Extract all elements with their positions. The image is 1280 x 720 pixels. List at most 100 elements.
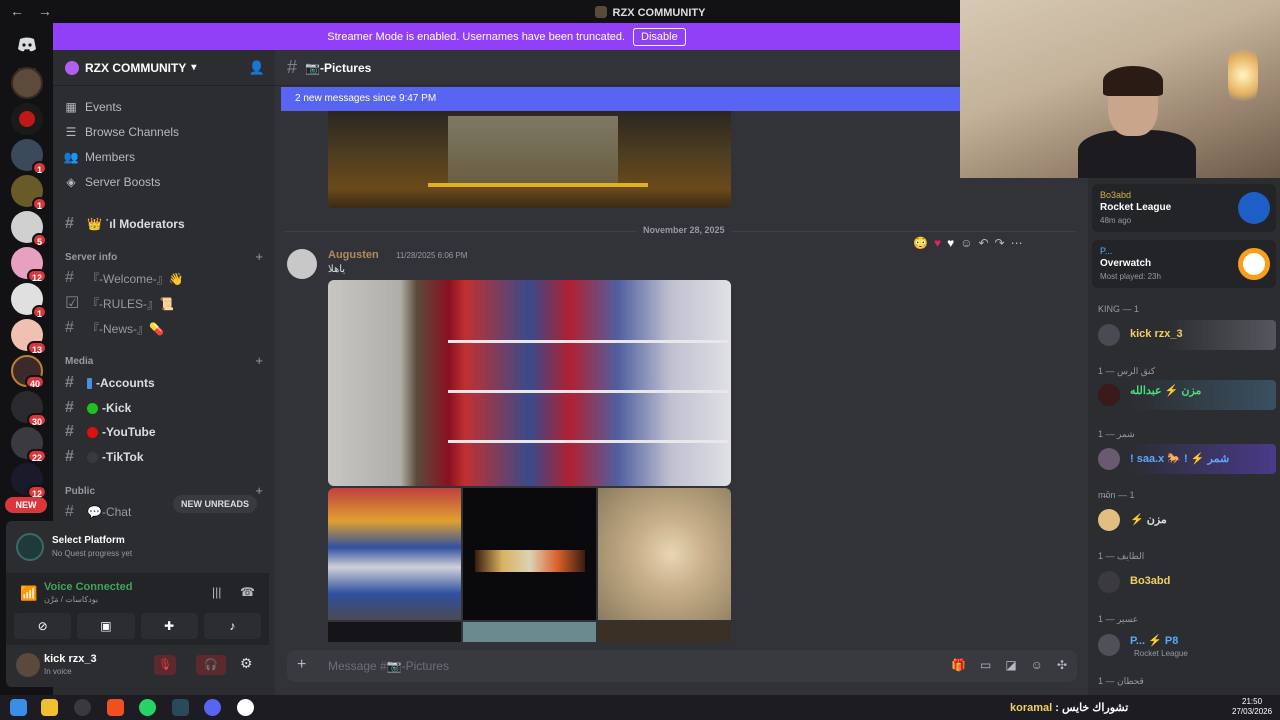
server-icon-7[interactable]: 1 [11,283,47,319]
screen-share-button[interactable]: ▣ [77,613,135,639]
voice-channel-name[interactable]: بودكاسات / مَرَّن [44,595,98,604]
voice-connected-label[interactable]: Voice Connected [44,581,132,593]
soundboard-button[interactable]: ♪ [203,613,261,639]
reply-icon[interactable]: ↶ [978,236,988,250]
server-icon-rzx[interactable] [11,67,43,99]
taskbar: koramal : تشوراك خايس 21:50 27/03/2026 [0,695,1280,720]
member-row[interactable]: kick rzx_3 [1092,320,1276,350]
whatsapp-icon[interactable] [139,699,156,716]
category-media[interactable]: Media [65,356,93,367]
server-icon-4[interactable]: 1 [11,175,47,211]
disconnect-icon[interactable]: ☎ [240,585,255,599]
category-public[interactable]: Public [65,486,95,497]
steam-icon[interactable] [237,699,254,716]
member-row[interactable]: ⚡ مزن [1092,505,1276,535]
app-icon[interactable] [172,699,189,716]
channel-rules[interactable]: ☑ 『-RULES-』📜 [65,292,265,314]
avatar [1098,509,1120,531]
apps-icon[interactable]: ✣ [1057,658,1067,672]
image-attachment-bus[interactable] [328,111,731,208]
channel-tiktok[interactable]: # -TikTok [65,446,265,468]
gear-icon[interactable]: ⚙ [240,655,253,672]
invite-icon[interactable]: 👤 [249,60,265,76]
person-shirt [1078,130,1196,178]
image-attachment-fridge[interactable] [328,280,731,486]
server-icon-3[interactable]: 1 [11,139,47,175]
discord-taskbar-icon[interactable] [204,699,221,716]
member-row[interactable]: ! saa.x 🐎 ! ⚡ شمر [1092,444,1276,474]
server-icon-9[interactable]: 40 [11,355,45,389]
sidebar-item-events[interactable]: ▦ Events [63,96,121,118]
sticker-icon[interactable]: ◪ [1005,658,1016,672]
activities-button[interactable]: ✚ [140,613,198,639]
server-header[interactable]: RZX COMMUNITY ▾ 👤 [53,50,275,86]
new-pill[interactable]: NEW [5,497,47,513]
image-attachment-drinks[interactable] [328,488,461,620]
activity-card[interactable]: Bo3abd Rocket League 48m ago [1092,184,1276,232]
server-icon-12[interactable]: 12 [11,463,47,499]
clock[interactable]: 21:50 27/03/2026 [1232,697,1272,717]
add-channel-icon[interactable]: + [255,249,263,264]
channel-news[interactable]: # 『-News-』💊 [65,317,265,339]
message-composer[interactable]: + Message #📷-Pictures 🎁 ▭ ◪ ☺ ✣ [287,650,1077,682]
member-row[interactable]: Bo3abd [1092,567,1276,597]
banner-text: Streamer Mode is enabled. Usernames have… [327,30,626,43]
server-icon-11[interactable]: 22 [11,427,47,463]
windows-start-icon[interactable] [10,699,27,716]
noise-suppression-icon[interactable]: ||| [212,585,221,599]
add-channel-icon[interactable]: + [255,353,263,368]
heart-icon[interactable]: ♥ [934,236,941,250]
message-author[interactable]: Augusten [328,249,379,261]
server-icon-6[interactable]: 12 [11,247,47,283]
role-header: الطايف — 1 [1098,551,1145,561]
sidebar-item-browse[interactable]: ☰ Browse Channels [63,121,179,143]
add-channel-icon[interactable]: + [255,483,263,498]
discord-icon[interactable] [11,29,43,61]
deafen-icon[interactable]: 🎧 [196,655,226,675]
server-icon-8[interactable]: 13 [11,319,47,355]
avatar[interactable] [16,653,40,677]
image-attachment-night[interactable] [463,488,596,620]
camera-off-button[interactable]: ⊘ [14,613,72,639]
channel-kick[interactable]: # -Kick [65,397,265,419]
obs-icon[interactable] [74,699,91,716]
avatar[interactable] [287,249,317,279]
file-explorer-icon[interactable] [41,699,58,716]
server-icon-red[interactable] [11,103,43,135]
signal-icon[interactable]: 📶 [20,585,37,602]
white-heart-icon[interactable]: ♥ [947,236,954,250]
channel-accounts[interactable]: # -Accounts [65,372,265,394]
gift-icon[interactable]: 🎁 [951,658,966,672]
new-unreads-pill[interactable]: NEW UNREADS [173,495,258,513]
emoji-icon[interactable]: ☺ [1031,658,1043,672]
disable-button[interactable]: Disable [633,27,686,46]
user-name[interactable]: kick rzx_3 [44,653,97,665]
channel-youtube[interactable]: # -YouTube [65,421,265,443]
new-messages-bar[interactable]: 2 new messages since 9:47 PM [281,87,961,111]
member-row[interactable]: مزن ⚡ عبدالله [1092,380,1276,410]
quest-banner[interactable]: Select Platform No Quest progress yet [6,521,269,573]
image-attachment[interactable] [598,622,731,642]
channel-welcome[interactable]: # 『-Welcome-』👋 [65,267,265,289]
message-input[interactable]: Message #📷-Pictures [328,659,449,673]
server-icon-10[interactable]: 30 [11,391,47,427]
sidebar-item-members[interactable]: 👥 Members [63,146,136,168]
image-attachment[interactable] [328,622,461,642]
server-icon-5[interactable]: 5 [11,211,47,247]
reaction-emoji-icon[interactable]: 😳 [913,236,928,250]
image-attachment-cat[interactable] [598,488,731,620]
gif-icon[interactable]: ▭ [980,658,991,672]
sidebar-item-boosts[interactable]: ◈ Server Boosts [63,171,160,193]
mute-icon[interactable]: 🎙 [154,655,176,675]
member-row[interactable]: P... ⚡ P8 Rocket League [1092,630,1276,660]
channel-moderators[interactable]: # 👑 ˙ıl Moderators [65,213,265,235]
image-attachment[interactable] [463,622,596,642]
brave-icon[interactable] [107,699,124,716]
add-attachment-icon[interactable]: + [297,656,306,674]
voice-buttons: ⊘ ▣ ✚ ♪ [14,613,261,639]
more-icon[interactable]: ⋯ [1011,236,1023,250]
category-server-info[interactable]: Server info [65,252,117,263]
forward-icon[interactable]: ↷ [995,236,1005,250]
add-reaction-icon[interactable]: ☺ [960,236,972,250]
activity-card[interactable]: P... Overwatch Most played: 23h [1092,240,1276,288]
